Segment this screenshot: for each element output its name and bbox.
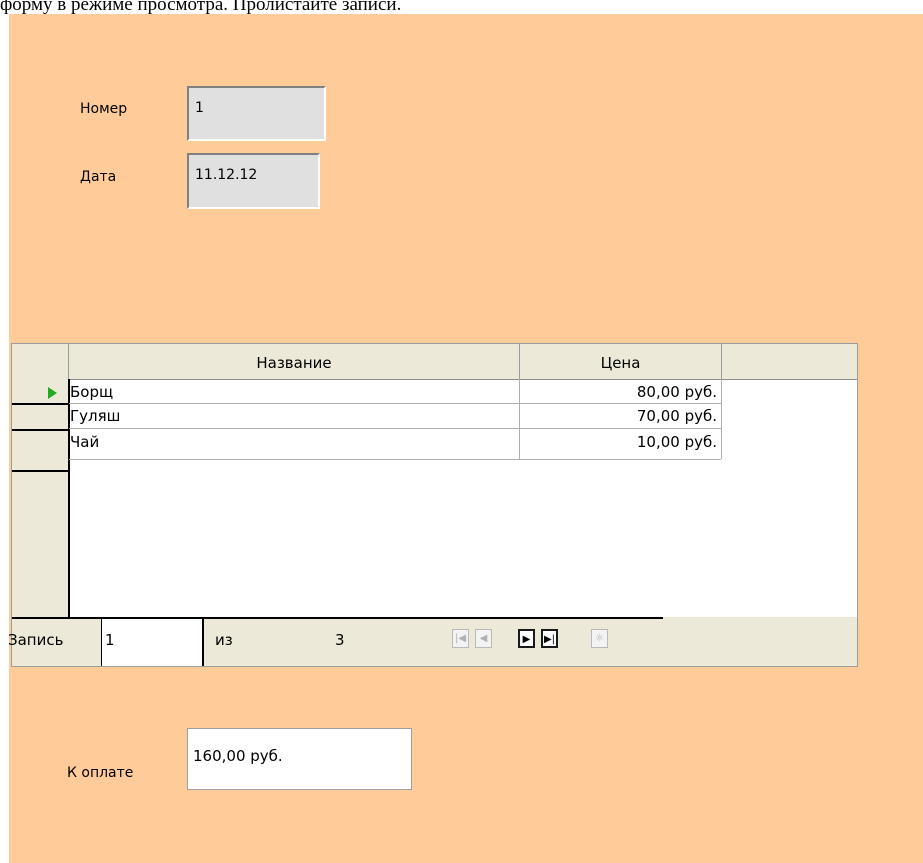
row-2-price[interactable]: 70,00 руб. <box>520 405 717 427</box>
total-records: 3 <box>335 631 345 649</box>
row-1-name[interactable]: Борщ <box>70 381 113 403</box>
of-label: из <box>215 631 233 649</box>
row-3-price[interactable]: 10,00 руб. <box>520 431 717 453</box>
last-record-icon[interactable]: ▶| <box>541 629 558 648</box>
row-2-name[interactable]: Гуляш <box>70 405 120 427</box>
date-label: Дата <box>80 169 117 185</box>
row-3-name[interactable]: Чай <box>70 431 99 453</box>
current-row-arrow-icon <box>48 387 57 399</box>
record-navigator: Запись 1 из 3 |◀ ◀ ▶ ▶| ☼ <box>8 617 857 666</box>
record-number-input[interactable]: 1 <box>101 619 204 666</box>
new-record-icon[interactable]: ☼ <box>591 629 608 648</box>
number-label: Номер <box>80 101 128 117</box>
grid-header: Название Цена <box>12 344 857 380</box>
total-field[interactable]: 160,00 руб. <box>187 728 412 790</box>
date-field[interactable]: 11.12.12 <box>187 153 320 209</box>
first-record-icon[interactable]: |◀ <box>452 629 469 648</box>
order-items-grid: Название Цена Борщ 80,00 руб. Гуляш 70,0… <box>8 343 858 667</box>
column-header-name[interactable]: Название <box>69 344 519 379</box>
column-header-price[interactable]: Цена <box>520 344 721 379</box>
row-header-column <box>12 379 70 617</box>
row-1-price[interactable]: 80,00 руб. <box>520 381 717 403</box>
number-field[interactable]: 1 <box>187 86 326 141</box>
next-record-icon[interactable]: ▶ <box>518 629 535 648</box>
total-label: К оплате <box>67 765 134 781</box>
record-label: Запись <box>8 631 64 649</box>
previous-record-icon[interactable]: ◀ <box>475 629 492 648</box>
